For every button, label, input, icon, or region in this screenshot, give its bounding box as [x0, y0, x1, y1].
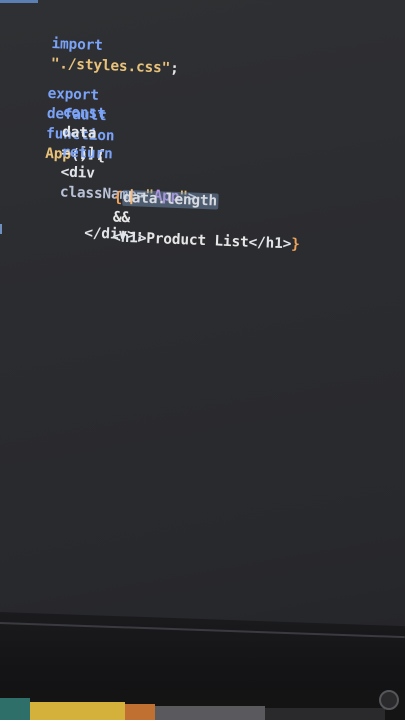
- desk-surface: [0, 690, 405, 720]
- desk-object-dark: [265, 708, 385, 720]
- keyword-import: import: [51, 36, 103, 54]
- keyword-return: return: [61, 144, 113, 163]
- div-close-tag: </div>;: [83, 225, 145, 244]
- desk-object-yellow: [30, 702, 125, 720]
- h1-text: Product List: [145, 230, 249, 251]
- desk-object-orange: [125, 704, 155, 720]
- keyword-const: const: [62, 104, 106, 123]
- desk-object-teal: [0, 698, 30, 720]
- h1-close-tag: </h1>: [248, 234, 292, 253]
- desk-object-grey: [155, 706, 265, 720]
- code-editor[interactable]: import "./styles.css"; export default fu…: [0, 0, 405, 656]
- monitor-screen: import "./styles.css"; export default fu…: [0, 0, 405, 720]
- semicolon: ;: [169, 60, 179, 77]
- brace-close: }: [290, 236, 300, 253]
- code-line-div-close: </div>;: [32, 201, 145, 265]
- monitor-logo-icon: [379, 690, 399, 710]
- brace-open: {: [113, 189, 123, 206]
